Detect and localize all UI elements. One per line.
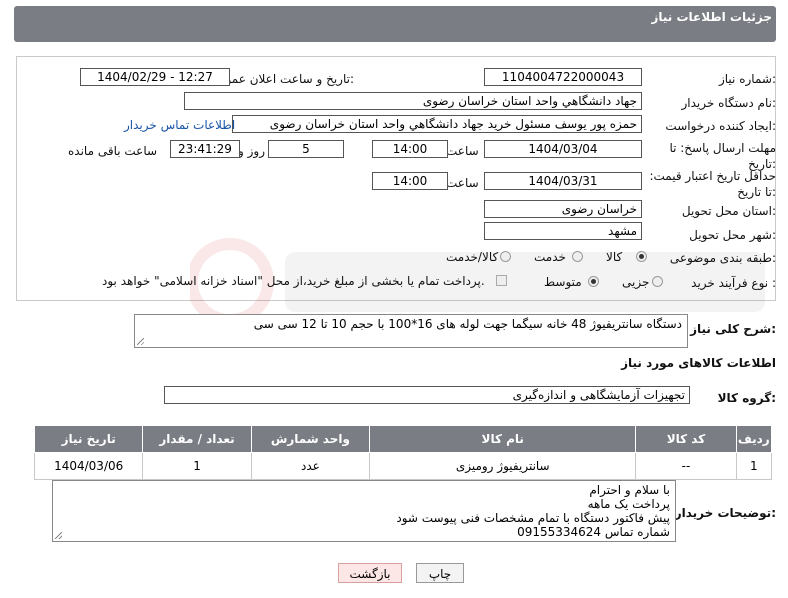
category-radio-service[interactable] [572,251,583,262]
need-number-label: شماره نیاز: [718,72,776,86]
category-radio-goods-service[interactable] [500,251,511,262]
announce-field: 1404/02/29 - 12:27 [80,68,230,86]
cell-name: سانتریفیوژ رومیزی [369,452,637,480]
announce-label: تاریخ و ساعت اعلان عمومی: [209,72,354,86]
price-validity-date-field: 1404/03/31 [484,172,642,190]
purchase-option-medium: متوسط [544,275,582,289]
price-validity-time-label: ساعت [446,176,479,190]
col-unit: واحد شمارش [250,425,371,453]
buyer-note-line: پرداخت یک ماهه [587,497,670,511]
page-title: جزئیات اطلاعات نیاز [651,10,772,24]
buyer-notes-textarea: با سلام و احترام پرداخت یک ماهه پیش فاکت… [52,480,676,542]
deadline-date-field: 1404/03/04 [484,140,642,158]
buyer-contact-link[interactable]: اطلاعات تماس خریدار [124,118,235,132]
days-field: 5 [268,140,344,158]
deadline-time-field: 14:00 [372,140,448,158]
col-name: نام کالا [369,425,637,453]
category-radio-goods[interactable] [636,251,647,262]
price-validity-time-field: 14:00 [372,172,448,190]
col-code: کد کالا [635,425,737,453]
cell-qty: 1 [142,452,252,480]
category-option-goods-service: کالا/خدمت [446,250,499,264]
category-label: طبقه بندی موضوعی: [669,251,776,265]
delivery-province-field: خراسان رضوی [484,200,642,218]
col-row: ردیف [735,425,773,453]
items-table-header: ردیف کد کالا نام کالا واحد شمارش تعداد /… [33,425,773,453]
deadline-time-label: ساعت [446,144,479,158]
requester-field: حمزه پور یوسف مسئول خرید جهاد دانشگاهي و… [232,115,642,133]
cell-code: -- [635,452,737,480]
purchase-type-label: نوع فرآیند خرید : [691,276,776,290]
category-option-goods: کالا [606,250,623,264]
remaining-label: ساعت باقی مانده [68,144,158,158]
need-number-field: 1104004722000043 [484,68,642,86]
buyer-org-label: نام دستگاه خریدار: [681,96,777,110]
cell-unit: عدد [250,452,371,480]
remaining-time-field: 23:41:29 [170,140,240,158]
resize-grip[interactable] [55,532,62,539]
delivery-city-label: شهر محل تحویل: [689,228,776,242]
description-label: شرح کلی نیاز: [690,322,776,336]
days-label: روز و [238,144,265,158]
print-button[interactable]: چاپ [416,563,464,583]
purchase-option-minor: جزیی [622,275,650,289]
buyer-note-line: شماره تماس 09155334624 [517,525,670,539]
buyer-note-line: پیش فاکتور دستگاه با تمام مشخصات فنی پیو… [396,511,670,525]
treasury-payment-note: پرداخت تمام یا بخشی از مبلغ خرید،از محل … [102,274,485,288]
cell-date: 1404/03/06 [33,452,144,480]
back-button[interactable]: بازگشت [338,563,402,583]
buyer-notes-label: توضیحات خریدار: [674,506,776,520]
cell-row: 1 [735,452,773,480]
items-table: ردیف کد کالا نام کالا واحد شمارش تعداد /… [33,425,773,480]
table-row: 1 -- سانتریفیوژ رومیزی عدد 1 1404/03/06 [33,452,773,480]
buyer-note-line: با سلام و احترام [589,483,670,497]
buyer-org-field: جهاد دانشگاهي واحد استان خراسان رضوی [184,92,642,110]
col-qty: تعداد / مقدار [142,425,252,453]
price-validity-label: حداقل تاریخ اعتبار قیمت: تا تاریخ: [649,169,776,199]
col-date: تاریخ نیاز [33,425,144,453]
items-section-title: اطلاعات کالاهای مورد نیاز [621,356,776,370]
purchase-radio-medium[interactable] [588,276,599,287]
delivery-province-label: استان محل تحویل: [681,204,776,218]
requester-label: ایجاد کننده درخواست: [665,119,776,133]
goods-group-field: تجهیزات آزمایشگاهی و اندازه‌گیری [164,386,690,404]
description-text: دستگاه سانتریفیوژ 48 خانه سیگما جهت لوله… [253,317,682,331]
delivery-city-field: مشهد [484,222,642,240]
treasury-payment-checkbox[interactable] [496,275,507,286]
description-textarea: دستگاه سانتریفیوژ 48 خانه سیگما جهت لوله… [134,314,688,348]
purchase-radio-minor[interactable] [652,276,663,287]
category-option-service: خدمت [534,250,566,264]
resize-grip[interactable] [137,338,144,345]
goods-group-label: گروه کالا: [717,391,776,405]
